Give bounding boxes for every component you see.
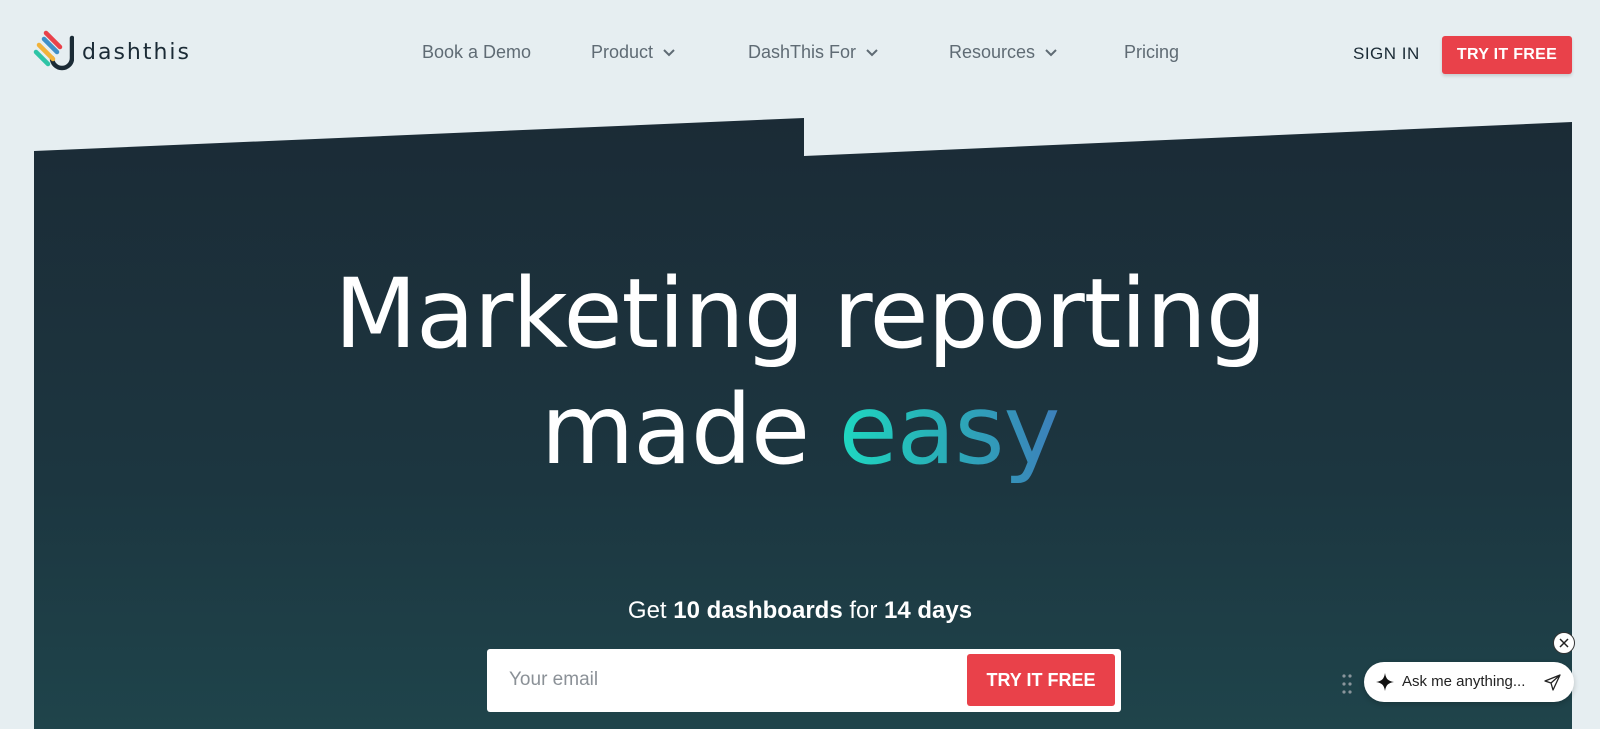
try-free-header-button[interactable]: TRY IT FREE	[1442, 36, 1572, 74]
signup-form: TRY IT FREE	[487, 649, 1121, 712]
site-header: dashthis Book a Demo Product DashThis Fo…	[0, 0, 1600, 110]
subhead-days: 14 days	[884, 597, 973, 624]
email-input[interactable]	[509, 661, 929, 699]
headline-accent: easy	[838, 374, 1061, 486]
nav-label: Product	[591, 42, 654, 62]
chevron-down-icon	[663, 48, 675, 56]
nav-label: Resources	[949, 42, 1036, 62]
logo-text: dashthis	[82, 39, 191, 65]
subhead-text: Get	[627, 597, 674, 624]
try-free-form-button[interactable]: TRY IT FREE	[967, 654, 1115, 706]
nav-label: DashThis For	[748, 42, 857, 62]
nav-product[interactable]: Product	[591, 42, 675, 63]
hero-headline-line1: Marketing reporting	[334, 258, 1267, 370]
logo[interactable]: dashthis	[32, 30, 191, 74]
nav-resources[interactable]: Resources	[949, 42, 1057, 63]
nav-label: Book a Demo	[422, 42, 532, 62]
chevron-down-icon	[1045, 48, 1057, 56]
nav-label: Pricing	[1124, 42, 1180, 62]
subhead-text: for	[842, 597, 885, 624]
chat-close-button[interactable]	[1553, 632, 1575, 654]
nav-pricing[interactable]: Pricing	[1124, 42, 1179, 63]
dashthis-logo-icon	[33, 30, 74, 71]
nav-book-demo[interactable]: Book a Demo	[422, 42, 531, 63]
subhead-dashboards: 10 dashboards	[673, 597, 843, 624]
nav-dashthis-for[interactable]: DashThis For	[748, 42, 878, 63]
chat-prompt: Ask me anything...	[1402, 673, 1526, 690]
sparkle-icon	[1376, 673, 1394, 691]
chevron-down-icon	[866, 48, 878, 56]
sign-in-link[interactable]: SIGN IN	[1353, 44, 1420, 64]
chat-widget[interactable]: Ask me anything...	[1364, 662, 1574, 702]
close-icon	[1559, 638, 1569, 648]
drag-handle-icon[interactable]	[1341, 673, 1353, 695]
headline-prefix: made	[540, 374, 839, 486]
send-icon[interactable]	[1544, 674, 1561, 691]
hero-subhead: Get 10 dashboards for 14 days	[0, 597, 1600, 625]
hero-headline-line2: made easy	[0, 374, 1600, 486]
